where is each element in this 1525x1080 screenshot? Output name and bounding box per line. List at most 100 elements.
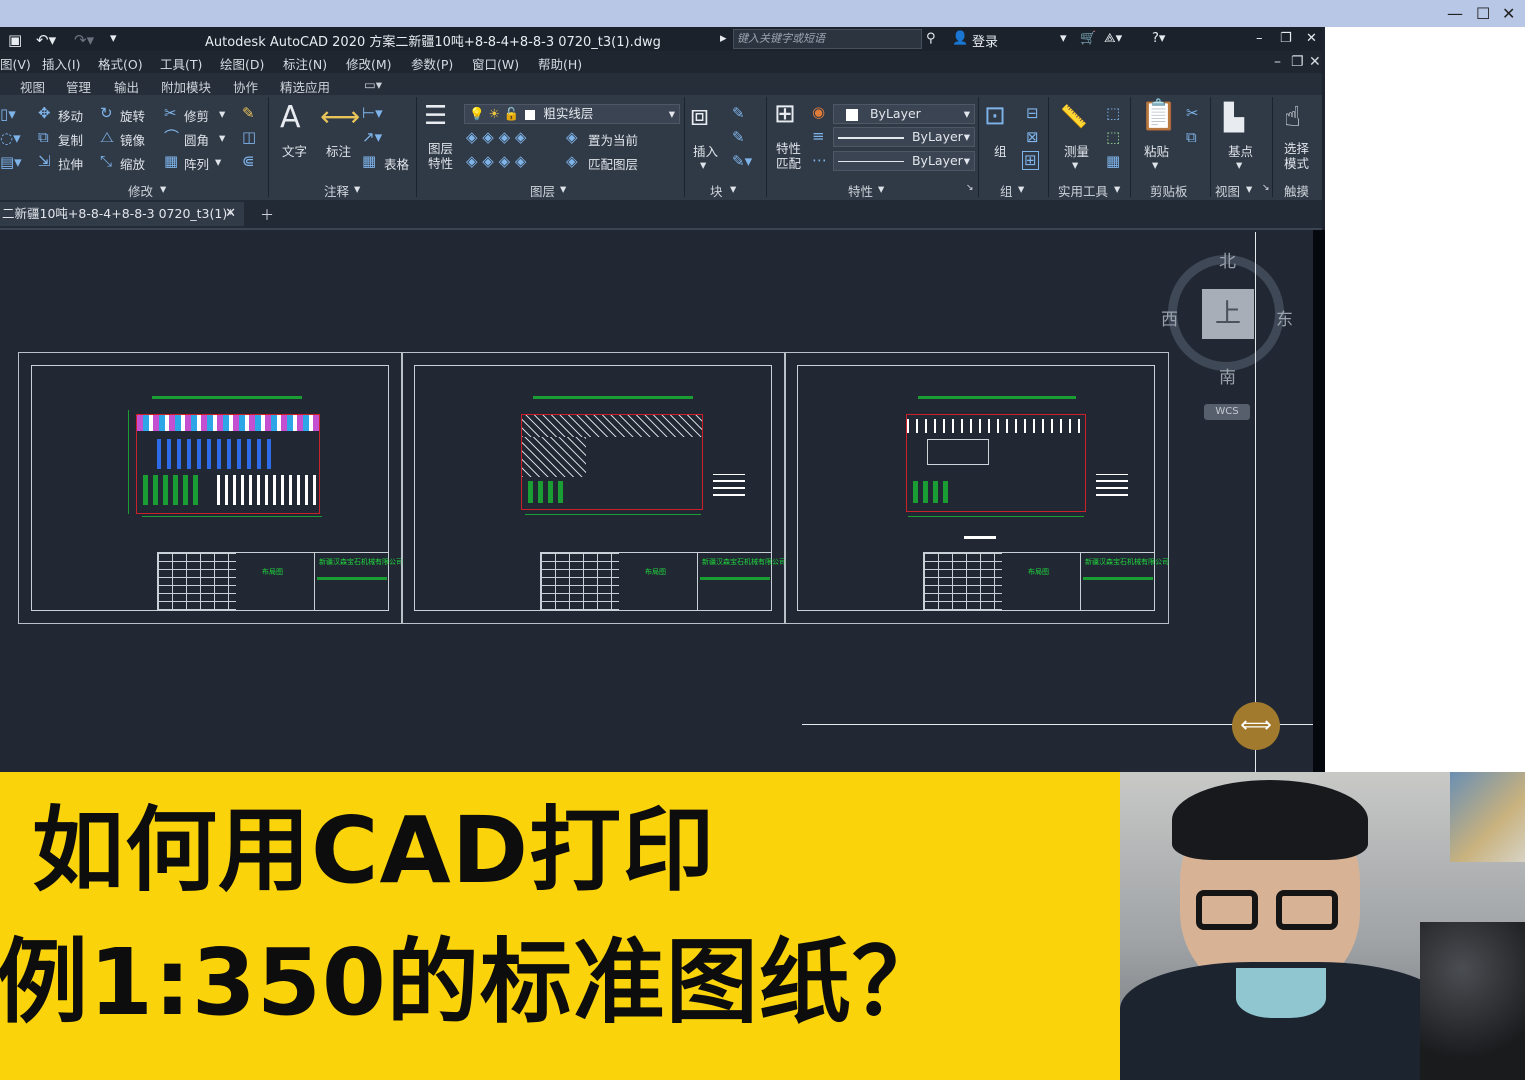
layers-panel-title[interactable]: 图层 [530,181,555,200]
color-wheel-icon[interactable]: ◉ [812,105,825,120]
new-tab-icon[interactable]: ＋ [260,205,274,225]
group-select-icon[interactable]: ⊞ [1022,151,1039,170]
help-icon[interactable]: ?▾ [1152,31,1165,46]
layers-panel-dropdown-icon[interactable]: ▾ [560,181,566,196]
layer-tool-icon[interactable]: ◈ ◈ ◈ ◈ [466,154,526,169]
cart-icon[interactable]: 🛒 [1080,31,1096,46]
lineweight-icon[interactable]: ≡ [812,129,825,144]
view-panel-dropdown-icon[interactable]: ▾ [1246,181,1252,196]
linear-dim-icon[interactable]: ⊢▾ [362,106,383,121]
trim-button[interactable]: 修剪 [184,106,209,125]
redo-icon[interactable]: ↷▾ [74,31,94,49]
app-minimize-icon[interactable]: – [1256,31,1263,46]
modify-panel-dropdown-icon[interactable]: ▾ [160,181,166,196]
connect-icon[interactable]: ⟁▾ [1104,31,1122,46]
partial-tool-icon[interactable]: ◌▾ [0,131,21,146]
clipboard-panel-title[interactable]: 剪贴板 [1150,181,1188,200]
group-edit-icon[interactable]: ⊠ [1026,130,1039,145]
view-launcher-icon[interactable]: ↘ [1262,183,1270,193]
stretch-button[interactable]: 拉伸 [58,154,83,173]
layer-tool-icon[interactable]: ◈ ◈ ◈ ◈ [466,130,526,145]
block-attribute-icon[interactable]: ✎▾ [732,154,752,169]
tab-featured-apps[interactable]: 精选应用 [280,77,330,96]
groups-panel-title[interactable]: 组 [1000,181,1013,200]
layout-sheet[interactable]: 布局图 新疆汉森宝石机械有限公司 [401,352,786,624]
linetype-dropdown[interactable]: ByLayer ▾ [833,127,975,147]
text-button[interactable]: 文字 [282,141,307,160]
create-block-icon[interactable]: ✎ [732,106,745,121]
leader-icon[interactable]: ↗▾ [362,130,382,145]
properties-panel-title[interactable]: 特性 [848,181,873,200]
wcs-menu[interactable]: WCS [1204,404,1250,420]
array-button[interactable]: 阵列 [184,154,209,173]
ribbon-options-icon[interactable]: ▭▾ [364,77,382,92]
move-button[interactable]: 移动 [58,106,83,125]
scale-button[interactable]: 缩放 [120,154,145,173]
linetype-icon[interactable]: ⋯ [812,153,827,168]
color-dropdown[interactable]: ByLayer ▾ [833,104,975,124]
ungroup-icon[interactable]: ⊟ [1026,106,1039,121]
match-properties-button[interactable]: 特性 匹配 [776,141,801,171]
group-button[interactable]: 组 [994,141,1007,160]
compass-east[interactable]: 东 [1276,305,1293,330]
canvas-scrollbar[interactable] [1313,230,1325,772]
menu-format[interactable]: 格式(O) [98,54,143,73]
document-tab[interactable]: 二新疆10吨+8-8-4+8-8-3 0720_t3(1)* ✕ [0,202,244,226]
fillet-button[interactable]: 圆角 [184,130,209,149]
menu-window[interactable]: 窗口(W) [472,54,519,73]
view-panel-title[interactable]: 视图 [1215,181,1240,200]
utilities-panel-dropdown-icon[interactable]: ▾ [1114,181,1120,196]
select-mode-button[interactable]: 选择 模式 [1284,141,1309,171]
layout-sheet[interactable]: 布局图 新疆汉森宝石机械有限公司 [18,352,403,624]
menu-draw[interactable]: 绘图(D) [220,54,264,73]
array-dropdown-icon[interactable]: ▾ [215,154,221,169]
menu-help[interactable]: 帮助(H) [538,54,582,73]
close-tab-icon[interactable]: ✕ [225,202,236,226]
erase-icon[interactable]: ✎ [242,106,255,121]
layer-dropdown[interactable]: 💡 ☀ 🔓 粗实线层 ▾ [464,104,680,124]
layout-sheet[interactable]: 布局图 新疆汉森宝石机械有限公司 [784,352,1169,624]
rotate-button[interactable]: 旋转 [120,106,145,125]
viewcube-top-face[interactable]: 上 [1202,289,1254,339]
app-close-icon[interactable]: ✕ [1306,31,1317,46]
groups-panel-dropdown-icon[interactable]: ▾ [1018,181,1024,196]
insert-dropdown-icon[interactable]: ▾ [700,157,706,172]
utilities-panel-title[interactable]: 实用工具 [1058,181,1108,200]
tab-collaborate[interactable]: 协作 [233,77,258,96]
annotation-panel-dropdown-icon[interactable]: ▾ [354,181,360,196]
set-current-button[interactable]: 置为当前 [588,130,638,149]
tab-view[interactable]: 视图 [20,77,45,96]
explode-icon[interactable]: ◫ [242,130,256,145]
undo-icon[interactable]: ↶▾ [36,31,56,49]
doc-restore-icon[interactable]: ❐ [1291,54,1304,70]
copy-button[interactable]: 复制 [58,130,83,149]
app-restore-icon[interactable]: ❐ [1280,31,1292,46]
partial-tool-icon[interactable]: ▯▾ [0,107,16,122]
layer-properties-button[interactable]: 图层 特性 [428,141,453,171]
doc-close-icon[interactable]: ✕ [1309,54,1321,70]
binoculars-icon[interactable]: ⚲ [926,31,936,46]
login-link[interactable]: 登录 [972,31,998,50]
tab-manage[interactable]: 管理 [66,77,91,96]
trim-dropdown-icon[interactable]: ▾ [219,106,225,121]
doc-minimize-icon[interactable]: – [1274,54,1281,70]
block-panel-title[interactable]: 块 [710,181,723,200]
user-icon[interactable]: 👤 [952,31,968,46]
select-all-icon[interactable]: ⬚ [1106,130,1120,145]
partial-tool-icon[interactable]: ▤▾ [0,155,22,170]
save-icon[interactable]: ▣ [8,31,22,49]
touch-panel-title[interactable]: 触摸 [1284,181,1309,200]
copy-clip-icon[interactable]: ⧉ [1186,130,1197,145]
lineweight-dropdown[interactable]: ByLayer ▾ [833,151,975,171]
menu-parametric[interactable]: 参数(P) [411,54,453,73]
menu-modify[interactable]: 修改(M) [346,54,392,73]
menu-view[interactable]: 图(V) [0,54,31,73]
dimension-button[interactable]: 标注 [326,141,351,160]
compass-south[interactable]: 南 [1219,363,1236,388]
cut-icon[interactable]: ✂ [1186,106,1199,121]
fillet-dropdown-icon[interactable]: ▾ [219,130,225,145]
tab-output[interactable]: 输出 [114,77,139,96]
search-input[interactable]: 键入关键字或短语 [733,29,922,49]
block-panel-dropdown-icon[interactable]: ▾ [730,181,736,196]
annotation-panel-title[interactable]: 注释 [324,181,349,200]
